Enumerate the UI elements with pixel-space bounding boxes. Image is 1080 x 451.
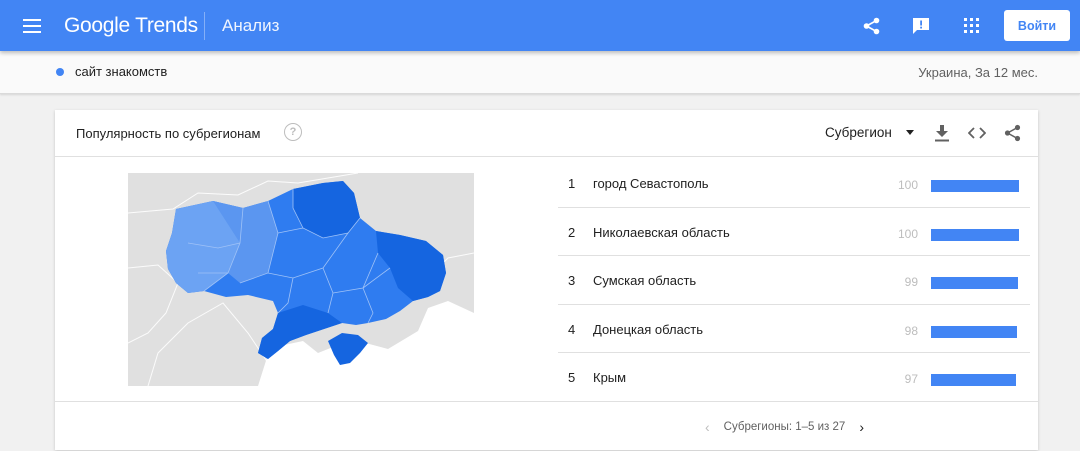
card-header: Популярность по субрегионам ? Субрегион bbox=[55, 110, 1038, 157]
value-bar bbox=[931, 374, 1017, 386]
pagination-label: Субрегионы: 1–5 из 27 bbox=[723, 421, 846, 433]
google-trends-logo[interactable]: Google Trends bbox=[64, 14, 204, 38]
rank-number: 2 bbox=[568, 224, 576, 240]
value-bar-track bbox=[931, 180, 1019, 192]
value-bar-track bbox=[931, 374, 1019, 386]
feedback-icon bbox=[913, 17, 929, 34]
region-value: 100 bbox=[897, 178, 918, 192]
list-item[interactable]: 4 Донецкая область 98 bbox=[558, 305, 1030, 353]
download-icon bbox=[935, 124, 949, 141]
value-bar-track bbox=[931, 325, 1019, 338]
menu-button[interactable] bbox=[0, 0, 64, 51]
region-value: 97 bbox=[904, 372, 918, 386]
card-share-button[interactable] bbox=[1002, 123, 1022, 143]
help-icon[interactable]: ? bbox=[284, 123, 302, 141]
region-name: город Севастополь bbox=[593, 176, 709, 191]
app-bar: Google Trends Анализ Войти bbox=[0, 0, 1080, 51]
embed-icon bbox=[968, 127, 986, 139]
region-name: Николаевская область bbox=[593, 224, 730, 240]
rank-number: 5 bbox=[568, 370, 576, 385]
card-footer: ‹ Субрегионы: 1–5 из 27 › bbox=[55, 401, 1038, 450]
chevron-left-icon[interactable]: ‹ bbox=[705, 419, 710, 435]
value-bar-track bbox=[931, 228, 1019, 241]
app-bar-actions: Войти bbox=[846, 0, 1080, 51]
apps-icon bbox=[963, 18, 979, 33]
region-name: Сумская область bbox=[593, 273, 697, 288]
query-bar: сайт знакомств Украина, За 12 мес. bbox=[0, 51, 1080, 94]
rank-number: 3 bbox=[568, 273, 576, 288]
region-value: 99 bbox=[904, 275, 918, 289]
region-name: Донецкая область bbox=[593, 321, 704, 337]
value-bar bbox=[931, 325, 1018, 338]
download-button[interactable] bbox=[932, 123, 952, 143]
rank-number: 1 bbox=[568, 176, 576, 191]
pagination: ‹ Субрегионы: 1–5 из 27 › bbox=[705, 419, 864, 435]
card-title: Популярность по субрегионам bbox=[76, 126, 261, 141]
login-button[interactable]: Войти bbox=[1004, 10, 1070, 41]
region-value: 100 bbox=[897, 226, 918, 241]
share-icon bbox=[863, 17, 879, 34]
rank-number: 4 bbox=[568, 321, 576, 337]
list-item[interactable]: 3 Сумская область 99 bbox=[558, 256, 1030, 305]
resolution-dropdown[interactable]: Субрегион bbox=[825, 125, 914, 140]
map-svg bbox=[128, 173, 474, 386]
chevron-right-icon[interactable]: › bbox=[859, 419, 864, 435]
caret-down-icon bbox=[905, 130, 914, 135]
share-button[interactable] bbox=[846, 0, 896, 51]
value-bar bbox=[931, 228, 1019, 241]
value-bar-track bbox=[931, 277, 1019, 289]
share-icon bbox=[1004, 124, 1020, 142]
search-term-label: сайт знакомств bbox=[75, 64, 168, 79]
apps-button[interactable] bbox=[946, 0, 996, 51]
header-divider bbox=[204, 11, 205, 40]
value-bar bbox=[931, 180, 1019, 192]
subregion-interest-card: Популярность по субрегионам ? Субрегион bbox=[55, 110, 1038, 450]
list-item[interactable]: 2 Николаевская область 100 bbox=[558, 208, 1030, 256]
ukraine-region-map[interactable] bbox=[128, 173, 474, 386]
list-item[interactable]: 1 город Севастополь 100 bbox=[558, 159, 1030, 208]
resolution-label: Субрегион bbox=[825, 125, 892, 140]
region-name: Крым bbox=[593, 370, 627, 385]
value-bar bbox=[931, 277, 1019, 289]
menu-icon bbox=[23, 18, 41, 33]
filters-summary[interactable]: Украина, За 12 мес. bbox=[918, 65, 1038, 80]
embed-button[interactable] bbox=[967, 123, 987, 143]
page-title: Анализ bbox=[222, 15, 280, 35]
search-term-chip[interactable]: сайт знакомств bbox=[56, 64, 167, 79]
list-item[interactable]: 5 Крым 97 bbox=[558, 353, 1030, 402]
term-color-dot bbox=[56, 67, 64, 76]
subregion-list: 1 город Севастополь 100 2 Николаевская о… bbox=[558, 159, 1030, 402]
feedback-button[interactable] bbox=[896, 0, 946, 51]
region-value: 98 bbox=[904, 323, 918, 338]
